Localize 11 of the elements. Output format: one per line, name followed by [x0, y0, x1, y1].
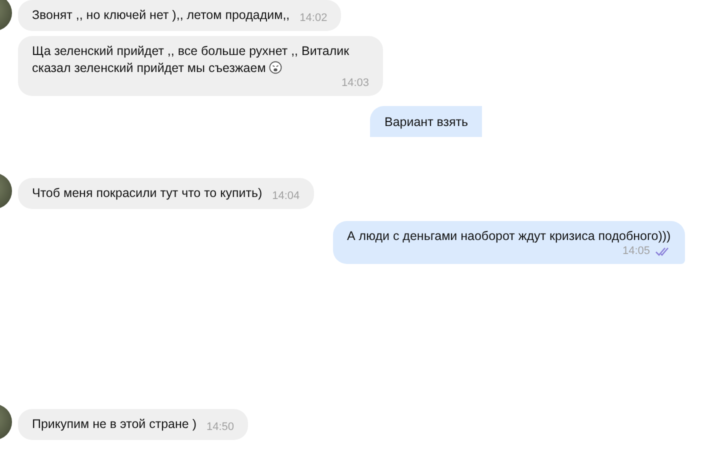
message-text: А люди с деньгами наоборот ждут кризиса подобного))) [347, 228, 671, 245]
message-text: Прикупим не в этой стране ) [32, 416, 197, 433]
message-time: 14:02 [300, 12, 328, 24]
message-time: 14:04 [272, 190, 300, 202]
message-time: 14:03 [341, 77, 369, 89]
message-text: Вариант взять [384, 114, 468, 131]
message-time: 14:05 [622, 245, 671, 257]
message-text: Чтоб меня покрасили тут что то купить) [32, 185, 262, 202]
message-text: Ща зеленский прийдет ,, все больше рухнет ,, Виталик сказал зеленский прийдет мы съезжаем [32, 43, 350, 77]
message-time: 14:50 [206, 421, 234, 433]
message-text: Звонят ,, но ключей нет ),, летом продадим,, [32, 7, 290, 24]
